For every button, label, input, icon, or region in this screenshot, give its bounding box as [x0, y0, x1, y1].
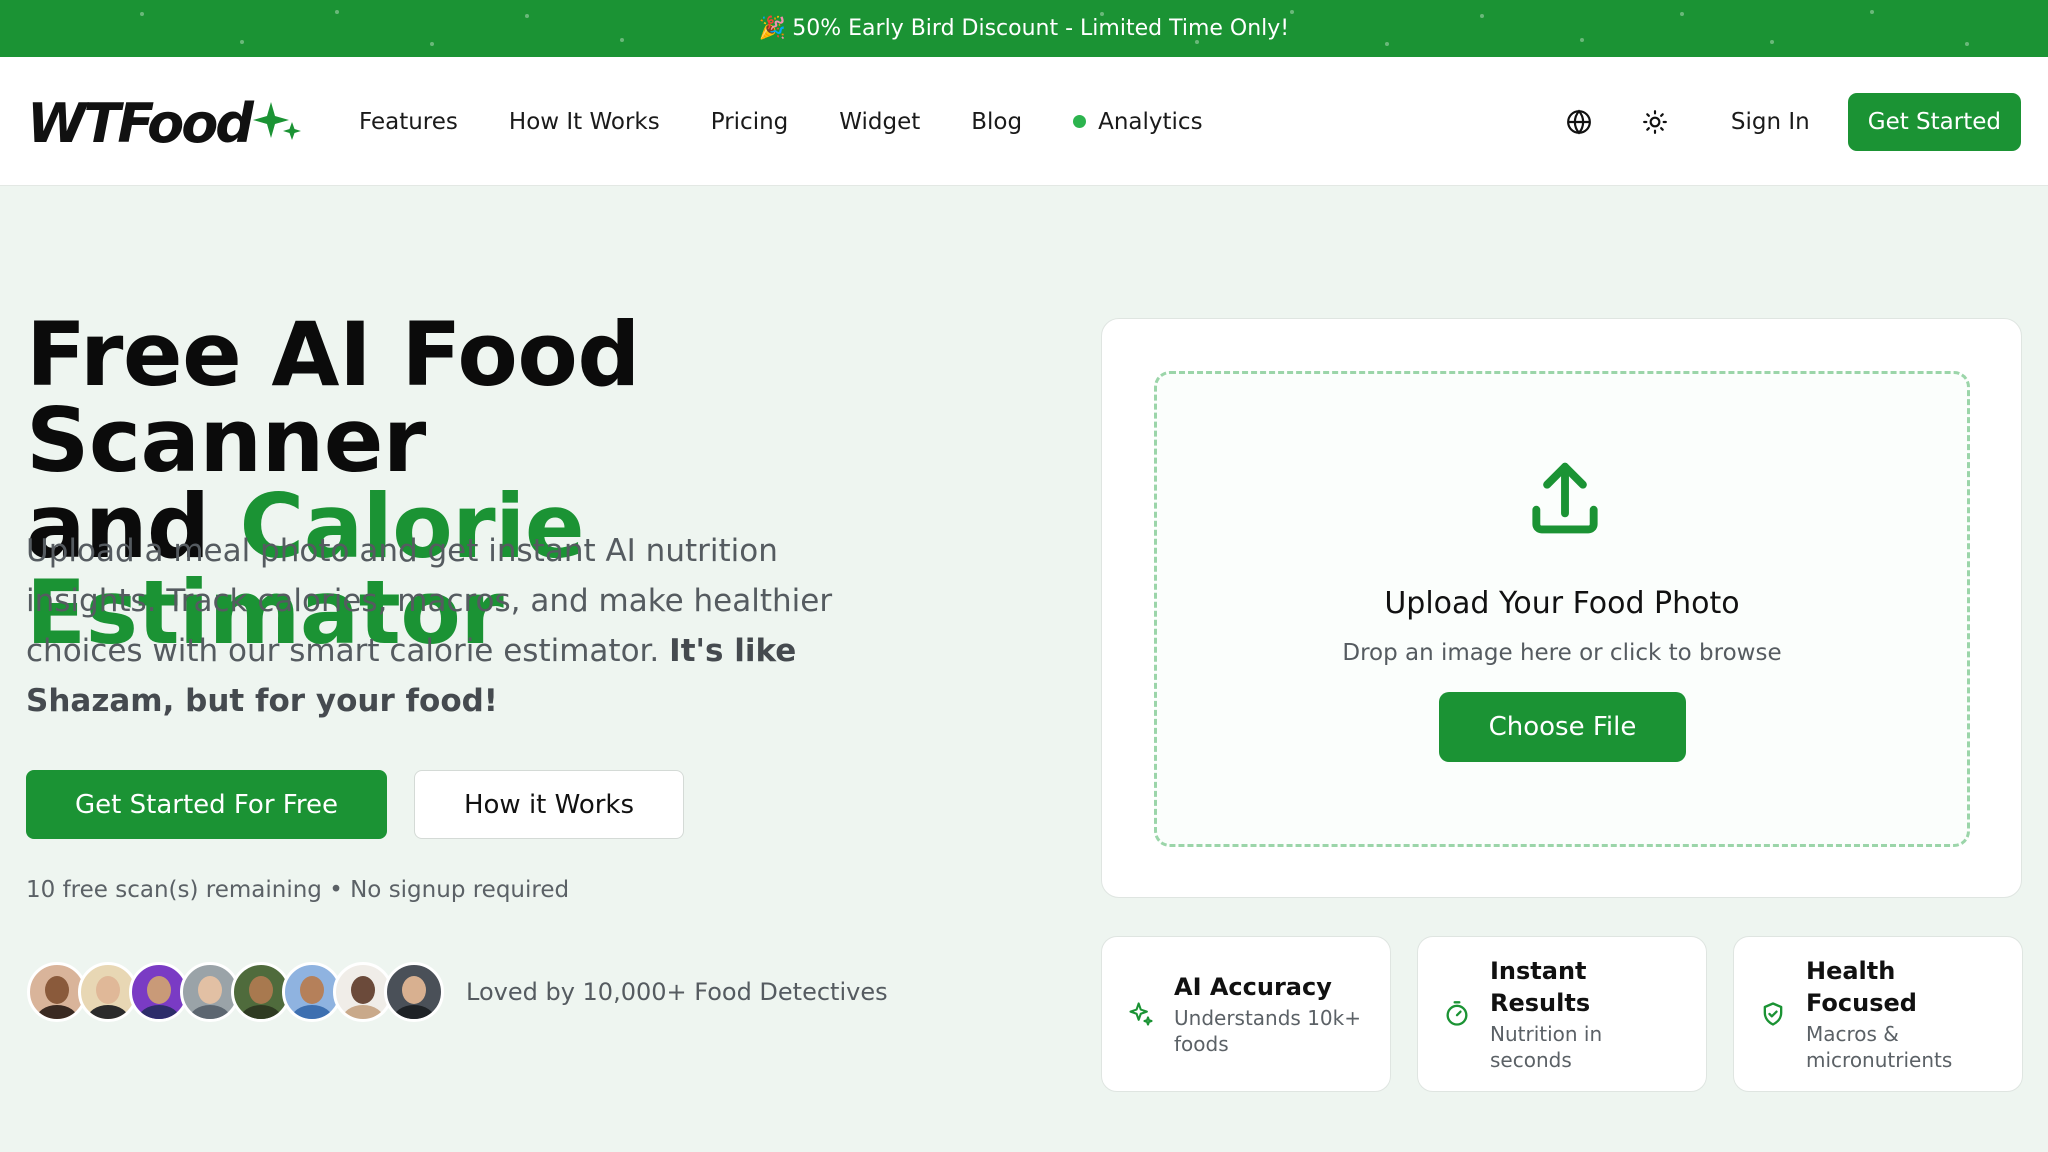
feature-card-instant-results: Instant Results Nutrition in seconds	[1417, 936, 1707, 1092]
free-scans-note: 10 free scan(s) remaining • No signup re…	[26, 877, 570, 903]
feature-description: Macros & micronutrients	[1806, 1022, 1953, 1072]
how-it-works-button[interactable]: How it Works	[414, 770, 684, 839]
party-popper-icon: 🎉	[758, 16, 787, 41]
sun-icon	[1642, 109, 1667, 134]
feature-description: Understands 10k+ foods	[1174, 1006, 1361, 1056]
upload-card: Upload Your Food Photo Drop an image her…	[1101, 318, 2022, 898]
timer-icon	[1446, 1001, 1468, 1026]
social-proof-text: Loved by 10,000+ Food Detectives	[466, 978, 888, 1006]
nav-widget[interactable]: Widget	[839, 109, 920, 135]
top-navigation: WTFood Features How It Works Pricing Wid…	[0, 57, 2048, 186]
live-status-dot-icon	[1073, 115, 1087, 128]
nav-features[interactable]: Features	[359, 109, 458, 135]
upload-icon	[1532, 462, 1598, 534]
sign-in-link[interactable]: Sign In	[1731, 109, 1810, 135]
choose-file-button[interactable]: Choose File	[1439, 692, 1686, 762]
feature-description: Nutrition in seconds	[1490, 1022, 1603, 1072]
feature-title: AI Accuracy	[1174, 973, 1332, 1001]
nav-blog[interactable]: Blog	[971, 109, 1022, 135]
feature-card-ai-accuracy: AI Accuracy Understands 10k+ foods	[1101, 936, 1391, 1092]
nav-actions: Sign In Get Started	[1555, 57, 2021, 186]
nav-how-it-works[interactable]: How It Works	[509, 109, 660, 135]
nav-links: Features How It Works Pricing Widget Blo…	[359, 57, 1203, 186]
image-dropzone[interactable]: Upload Your Food Photo Drop an image her…	[1154, 371, 1970, 847]
upload-hint: Drop an image here or click to browse	[1342, 640, 1782, 666]
upload-title: Upload Your Food Photo	[1384, 586, 1740, 621]
get-started-free-button[interactable]: Get Started For Free	[26, 770, 387, 839]
language-button[interactable]	[1555, 98, 1603, 146]
nav-analytics[interactable]: Analytics	[1073, 108, 1203, 135]
promo-banner: 🎉 50% Early Bird Discount - Limited Time…	[0, 0, 2048, 57]
sparkles-logo-icon	[252, 102, 301, 140]
nav-pricing[interactable]: Pricing	[711, 109, 789, 135]
theme-toggle-button[interactable]	[1631, 98, 1679, 146]
sparkles-icon	[1129, 1002, 1153, 1026]
avatar	[384, 962, 444, 1022]
logo-text: WTFood	[27, 91, 254, 155]
avatar-group	[27, 962, 444, 1022]
shield-check-icon	[1763, 1002, 1783, 1026]
feature-card-health-focused: Health Focused Macros & micronutrients	[1733, 936, 2023, 1092]
hero-subtitle: Upload a meal photo and get instant AI n…	[26, 526, 856, 726]
promo-text: 50% Early Bird Discount - Limited Time O…	[792, 16, 1290, 41]
feature-title: Health Focused	[1806, 957, 1917, 1017]
hero-title-line1: Free AI Food Scanner	[26, 303, 640, 492]
globe-icon	[1566, 109, 1591, 134]
feature-title: Instant Results	[1490, 957, 1591, 1017]
nav-analytics-label: Analytics	[1098, 108, 1203, 135]
logo[interactable]: WTFood	[27, 91, 303, 155]
get-started-nav-button[interactable]: Get Started	[1847, 92, 2021, 151]
